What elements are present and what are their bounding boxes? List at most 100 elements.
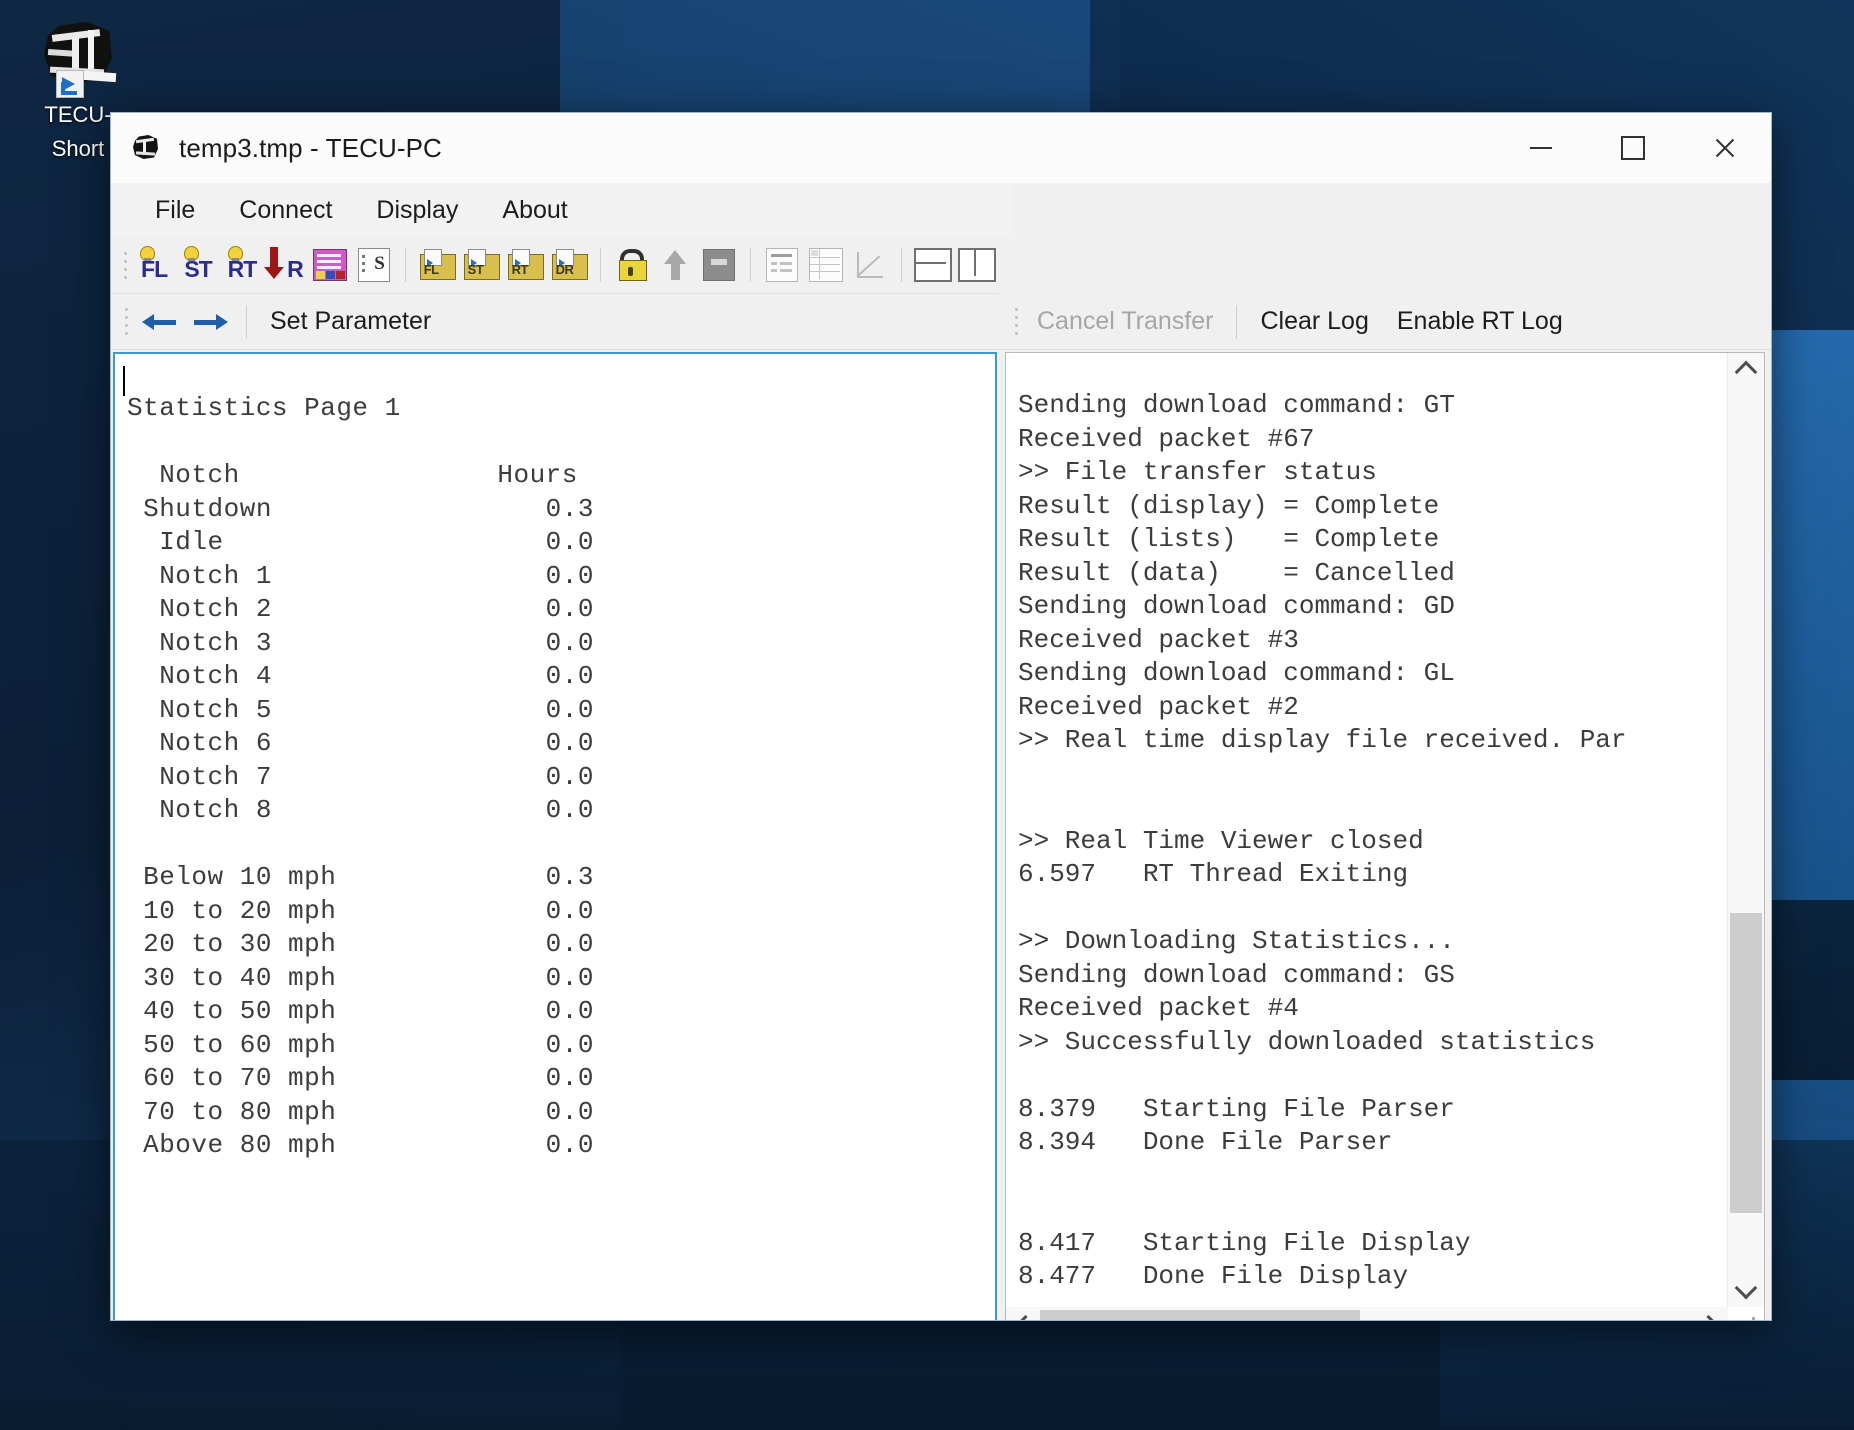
toolbar-rt-label: RT xyxy=(227,255,258,282)
snapshot-document-icon: S xyxy=(357,248,390,282)
horizontal-scroll-thumb[interactable] xyxy=(1040,1310,1360,1320)
toolbar-open-fault-list-button[interactable]: FL xyxy=(415,242,459,288)
arrow-right-icon xyxy=(194,313,228,330)
main-toolbar: FL ST RT R S FL ST RT DR xyxy=(111,237,999,294)
chevron-right-icon xyxy=(1697,1314,1720,1320)
toolbar-separator xyxy=(750,248,752,282)
tecu-app-icon xyxy=(131,133,161,163)
text-caret xyxy=(123,366,125,396)
menu-bar: File Connect Display About xyxy=(111,183,1013,237)
minimize-icon xyxy=(1530,147,1552,149)
arrow-left-icon xyxy=(142,313,176,330)
toolbar-panel-button[interactable] xyxy=(697,242,741,288)
download-r-icon xyxy=(263,247,284,279)
menu-item-display[interactable]: Display xyxy=(354,190,480,231)
resize-grip-icon[interactable] xyxy=(1732,1311,1762,1320)
cancel-transfer-button[interactable]: Cancel Transfer xyxy=(1023,301,1227,342)
content-area: Statistics Page 1 Notch Hours Shutdown 0… xyxy=(111,350,1771,1320)
log-horizontal-scrollbar[interactable] xyxy=(1006,1307,1728,1320)
toolbar-open-statistics-button[interactable]: ST xyxy=(459,242,503,288)
window-title: temp3.tmp - TECU-PC xyxy=(179,132,442,163)
log-vertical-scrollbar[interactable] xyxy=(1727,353,1764,1307)
toolbar-fl-label: FL xyxy=(141,255,168,282)
shortcut-arrow-icon xyxy=(56,70,84,98)
unlock-padlock-icon xyxy=(617,249,648,281)
open-statistics-folder-icon: ST xyxy=(463,249,500,280)
folder-st-label: ST xyxy=(467,262,484,277)
chevron-down-icon xyxy=(1734,1276,1758,1300)
statistics-text: Statistics Page 1 Notch Hours Shutdown 0… xyxy=(127,393,594,1160)
chevron-up-icon xyxy=(1734,360,1758,384)
toolbar-r-label: R xyxy=(287,255,304,282)
minimize-button[interactable] xyxy=(1495,113,1587,183)
toolbar-realtime-button[interactable]: RT xyxy=(220,242,264,288)
parameter-toolbar-separator xyxy=(246,304,247,339)
scroll-left-button[interactable] xyxy=(1006,1308,1040,1320)
log-panel[interactable]: Sending download command: GT Received pa… xyxy=(1005,352,1765,1320)
toolbar-st-label: ST xyxy=(184,255,212,282)
maximize-button[interactable] xyxy=(1587,113,1679,183)
nav-back-button[interactable] xyxy=(133,299,185,345)
toolbar-chart-view-button[interactable] xyxy=(848,242,892,288)
open-realtime-folder-icon: RT xyxy=(507,249,544,280)
toolbar-statistics-button[interactable]: ST xyxy=(176,242,220,288)
color-table-icon xyxy=(312,249,347,281)
grey-panel-icon xyxy=(703,249,736,281)
snapshot-s-label: S xyxy=(374,253,385,274)
close-button[interactable] xyxy=(1679,113,1771,183)
scroll-right-button[interactable] xyxy=(1694,1308,1728,1320)
toolbar-download-r-button[interactable]: R xyxy=(263,242,308,288)
toolbar-grid-view-button[interactable] xyxy=(804,242,848,288)
split-horizontal-icon xyxy=(914,248,953,282)
split-vertical-icon xyxy=(958,248,997,282)
application-window: temp3.tmp - TECU-PC File Connect Display… xyxy=(110,112,1772,1321)
maximize-icon xyxy=(1621,136,1645,160)
nav-forward-button[interactable] xyxy=(185,299,237,345)
set-parameter-button[interactable]: Set Parameter xyxy=(256,301,445,342)
title-bar[interactable]: temp3.tmp - TECU-PC xyxy=(111,113,1771,183)
toolbar-list-view-button[interactable] xyxy=(760,242,804,288)
menu-item-about[interactable]: About xyxy=(480,190,589,231)
parameter-toolbar-grip[interactable] xyxy=(119,304,133,340)
log-text: Sending download command: GT Received pa… xyxy=(1018,390,1627,1291)
toolbar-grip[interactable] xyxy=(119,247,132,283)
scroll-down-button[interactable] xyxy=(1728,1273,1764,1307)
toolbar-color-table-button[interactable] xyxy=(308,242,352,288)
close-icon xyxy=(1713,136,1737,160)
toolbar-snapshot-button[interactable]: S xyxy=(352,242,396,288)
toolbar-open-realtime-button[interactable]: RT xyxy=(503,242,547,288)
toolbar-open-data-recorder-button[interactable]: DR xyxy=(547,242,591,288)
secondary-toolbar-row: Set Parameter Cancel Transfer Clear Log … xyxy=(111,294,1771,350)
log-toolbar: Cancel Transfer Clear Log Enable RT Log xyxy=(999,294,1771,350)
menu-item-connect[interactable]: Connect xyxy=(217,190,354,231)
toolbar-separator xyxy=(599,248,601,282)
log-toolbar-grip[interactable] xyxy=(1009,304,1023,340)
grid-view-icon xyxy=(809,248,844,282)
parameter-toolbar: Set Parameter xyxy=(111,294,999,350)
toolbar-separator xyxy=(901,248,903,282)
chevron-left-icon xyxy=(1014,1314,1037,1320)
folder-rt-label: RT xyxy=(511,262,529,277)
folder-fl-label: FL xyxy=(423,262,439,277)
enable-rt-log-button[interactable]: Enable RT Log xyxy=(1383,301,1577,342)
list-view-icon xyxy=(766,248,799,282)
open-fault-list-folder-icon: FL xyxy=(419,249,456,280)
toolbar-separator xyxy=(404,248,406,282)
upload-arrow-icon xyxy=(664,250,687,280)
open-data-recorder-folder-icon: DR xyxy=(551,249,588,280)
toolbar-fault-list-button[interactable]: FL xyxy=(132,242,176,288)
statistics-panel[interactable]: Statistics Page 1 Notch Hours Shutdown 0… xyxy=(113,352,997,1320)
menu-item-file[interactable]: File xyxy=(133,190,217,231)
toolbar-split-vertical-button[interactable] xyxy=(955,242,999,288)
log-toolbar-separator xyxy=(1236,304,1238,339)
tecu-machine-icon xyxy=(38,18,118,98)
toolbar-unlock-button[interactable] xyxy=(610,242,654,288)
toolbar-upload-button[interactable] xyxy=(653,242,697,288)
chart-view-icon xyxy=(855,250,885,280)
scroll-up-button[interactable] xyxy=(1728,353,1764,387)
toolbar-split-horizontal-button[interactable] xyxy=(911,242,955,288)
folder-dr-label: DR xyxy=(555,262,574,277)
clear-log-button[interactable]: Clear Log xyxy=(1246,301,1382,342)
vertical-scroll-thumb[interactable] xyxy=(1730,913,1762,1213)
window-controls xyxy=(1495,113,1771,183)
